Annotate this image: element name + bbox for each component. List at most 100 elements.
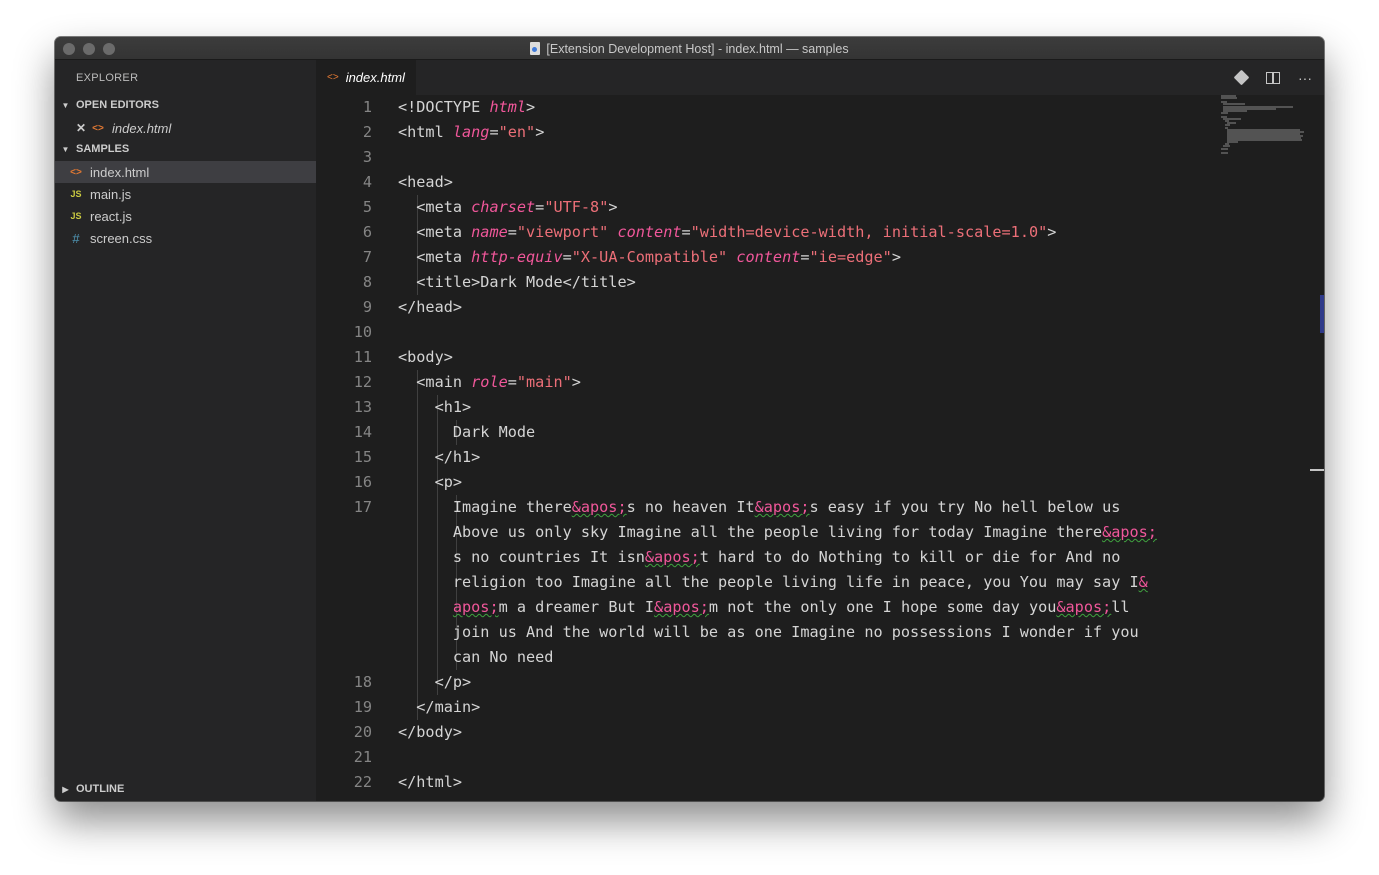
line-number: 1 — [362, 98, 372, 116]
code-line: Dark Mode — [398, 420, 535, 445]
minimap-line — [1221, 97, 1237, 100]
code-line: <h1> — [398, 395, 472, 420]
text-token: <html — [398, 123, 453, 141]
code-line: </body> — [398, 720, 462, 745]
open-editors-header[interactable]: ▼ OPEN EDITORS — [55, 95, 316, 115]
text-token: <meta — [398, 248, 472, 266]
samples-folder-header[interactable]: ▼ SAMPLES — [55, 139, 316, 159]
code-line: </head> — [398, 295, 462, 320]
string-token: "main" — [516, 373, 572, 391]
text-token: </main> — [398, 698, 481, 716]
line-number: 17 — [353, 498, 372, 516]
file-item-main-js[interactable]: JS main.js — [55, 183, 316, 205]
text-token: = — [800, 248, 810, 266]
text-token: <p> — [398, 473, 463, 491]
file-item-index-html[interactable]: <> index.html — [55, 161, 316, 183]
line-number: 9 — [362, 298, 372, 316]
text-token: ll — [1111, 598, 1130, 616]
text-token: > — [608, 198, 618, 216]
text-token: <meta — [398, 223, 472, 241]
line-number: 11 — [353, 348, 372, 366]
entity-token: &apos; — [644, 548, 700, 566]
code-line: <!DOCTYPE html> — [398, 95, 535, 120]
attribute-token: content — [617, 223, 682, 241]
more-actions-icon[interactable]: ··· — [1296, 69, 1314, 87]
code-line: </html> — [398, 770, 462, 795]
line-number: 16 — [353, 473, 372, 491]
outline-label: OUTLINE — [76, 783, 125, 795]
minimap-line — [1221, 111, 1228, 114]
attribute-token: html — [489, 98, 527, 116]
line-number: 19 — [353, 698, 372, 716]
text-token: = — [681, 223, 691, 241]
file-label: main.js — [90, 186, 132, 202]
line-number: 10 — [353, 323, 372, 341]
minimap-line — [1227, 139, 1302, 142]
text-token: <head> — [398, 173, 453, 191]
entity-token: & — [1138, 573, 1148, 591]
text-token: m a dreamer But I — [498, 598, 655, 616]
attribute-token: role — [471, 373, 508, 391]
line-number: 7 — [362, 248, 372, 266]
string-token: "UTF-8" — [544, 198, 609, 216]
samples-folder-label: SAMPLES — [76, 143, 130, 155]
code-editor[interactable]: 1 <!DOCTYPE html> 2 <html lang="en"> 3 4 <head… — [316, 95, 1324, 801]
attribute-token: lang — [452, 123, 490, 141]
code-line: </h1> — [398, 445, 481, 470]
line-number: 5 — [362, 198, 372, 216]
text-token: <body> — [398, 348, 453, 366]
tab-index-html[interactable]: <> index.html — [316, 60, 416, 95]
file-item-react-js[interactable]: JS react.js — [55, 205, 316, 227]
text-token: s easy if you try No hell below us — [809, 498, 1121, 516]
outline-header[interactable]: ▶ OUTLINE — [55, 779, 316, 799]
text-token: > — [526, 98, 536, 116]
line-number: 22 — [353, 773, 372, 791]
open-editor-item[interactable]: ✕ <> index.html — [55, 117, 316, 139]
code-line: apos;m a dreamer But I&apos;m not the on… — [398, 595, 1130, 620]
code-line: <meta http-equiv="X-UA-Compatible" conte… — [398, 245, 901, 270]
html-file-icon: <> — [327, 72, 339, 83]
line-number: 4 — [362, 173, 372, 191]
text-token: m not the only one I hope some day you — [708, 598, 1057, 616]
minimap[interactable] — [1221, 95, 1306, 155]
chevron-down-icon: ▼ — [61, 100, 70, 110]
code-line: <meta name="viewport" content="width=dev… — [398, 220, 1056, 245]
minimap-line — [1221, 151, 1228, 154]
line-number: 21 — [353, 748, 372, 766]
code-line: <head> — [398, 170, 453, 195]
attribute-token: content — [736, 248, 801, 266]
entity-token: &apos; — [754, 498, 810, 516]
close-icon[interactable]: ✕ — [76, 121, 92, 135]
text-token: religion too Imagine all the people livi… — [398, 573, 1139, 591]
line-number: 8 — [362, 273, 372, 291]
file-item-screen-css[interactable]: # screen.css — [55, 227, 316, 249]
entity-token: &apos; — [1102, 523, 1157, 541]
code-line: <p> — [398, 470, 462, 495]
git-compare-icon[interactable] — [1232, 69, 1250, 87]
text-token: = — [507, 223, 517, 241]
string-token: "en" — [498, 123, 536, 141]
text-token: <h1> — [398, 398, 472, 416]
chevron-right-icon: ▶ — [62, 784, 69, 794]
code-line: Imagine there&apos;s no heaven It&apos;s… — [398, 495, 1121, 520]
code-line: </p> — [398, 670, 472, 695]
entity-token: &apos; — [571, 498, 627, 516]
line-number: 20 — [353, 723, 372, 741]
code-line: <title>Dark Mode</title> — [398, 270, 635, 295]
window-title: [Extension Development Host] - index.htm… — [546, 41, 849, 56]
line-number: 13 — [353, 398, 372, 416]
vertical-scrollbar[interactable] — [1310, 95, 1324, 801]
split-editor-icon[interactable] — [1264, 69, 1282, 87]
text-token: > — [1047, 223, 1057, 241]
text-token: <meta — [398, 198, 472, 216]
text-token: > — [891, 248, 901, 266]
text-token: = — [489, 123, 499, 141]
code-line: religion too Imagine all the people livi… — [398, 570, 1148, 595]
entity-token: apos; — [452, 598, 499, 616]
text-token: <main — [398, 373, 472, 391]
line-number: 12 — [353, 373, 372, 391]
html-file-icon: <> — [70, 166, 82, 178]
text-token: s no heaven It — [626, 498, 755, 516]
line-number: 6 — [362, 223, 372, 241]
